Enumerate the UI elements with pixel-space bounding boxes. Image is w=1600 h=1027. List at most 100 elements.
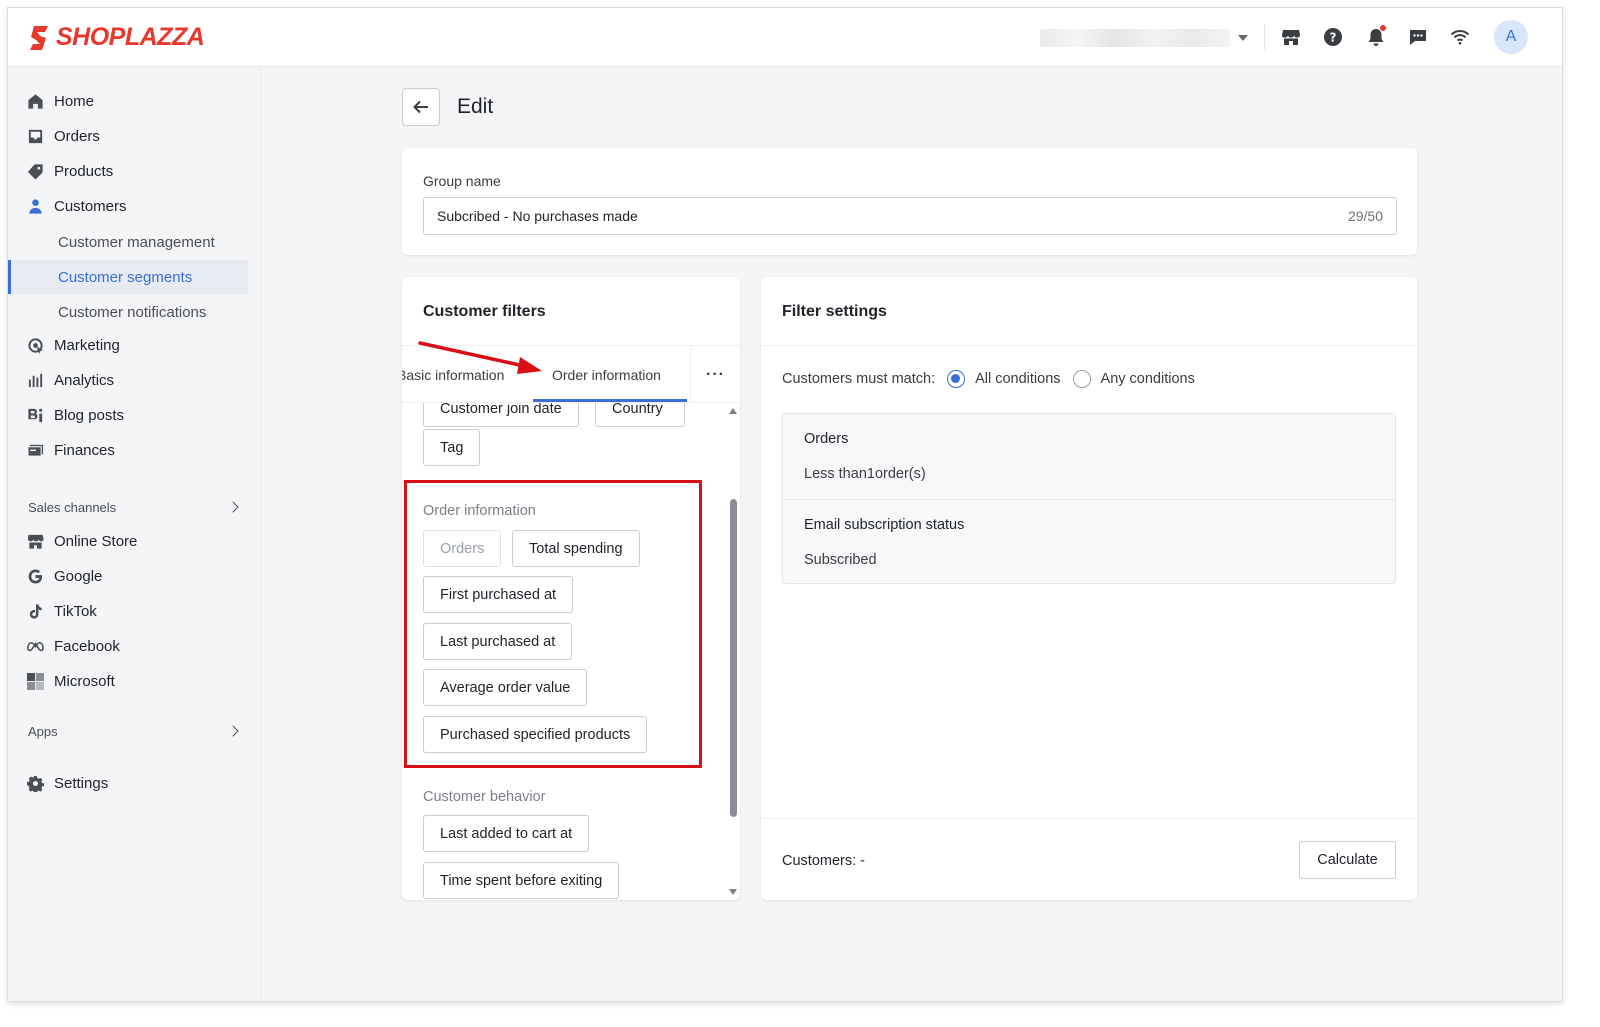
sidebar-item-label: Home <box>54 93 95 110</box>
avatar[interactable]: A <box>1494 20 1528 54</box>
gear-icon <box>26 775 44 793</box>
sidebar-subitem-label: Customer segments <box>58 268 193 286</box>
customer-behavior-group-label: Customer behavior <box>423 789 546 805</box>
sidebar-item-analytics[interactable]: Analytics <box>8 364 248 397</box>
back-button[interactable] <box>402 88 440 126</box>
google-icon <box>26 568 44 586</box>
group-name-label: Group name <box>423 173 501 189</box>
any-conditions-label[interactable]: Any conditions <box>1101 371 1195 387</box>
filter-customer-join-date[interactable]: Customer join date <box>423 403 579 427</box>
sidebar-subitem-customer-notifications[interactable]: Customer notifications <box>8 295 248 329</box>
condition-item[interactable]: Email subscription status Subscribed <box>783 499 1395 583</box>
help-icon[interactable]: ? <box>1321 25 1345 49</box>
marketing-icon <box>26 337 44 355</box>
sales-channels-header[interactable]: Sales channels <box>28 497 243 517</box>
sidebar-item-online-store[interactable]: Online Store <box>8 525 248 558</box>
meta-icon <box>26 638 44 656</box>
sidebar-item-facebook[interactable]: Facebook <box>8 630 248 663</box>
filter-time-spent-before-exiting[interactable]: Time spent before exiting <box>423 862 620 899</box>
more-tabs-button[interactable]: ··· <box>690 346 740 402</box>
sidebar-item-blog-posts[interactable]: Blog posts <box>8 399 248 432</box>
tab-basic-information[interactable]: Basic information <box>402 367 504 383</box>
condition-title: Email subscription status <box>804 517 965 533</box>
microsoft-icon <box>26 673 44 691</box>
divider <box>761 818 1417 819</box>
filter-settings-title: Filter settings <box>782 303 887 320</box>
sidebar-item-label: TikTok <box>54 603 97 620</box>
scrollbar-thumb[interactable] <box>730 499 737 817</box>
sidebar-item-label: Settings <box>54 775 109 792</box>
sidebar-item-microsoft[interactable]: Microsoft <box>8 665 248 698</box>
filter-country[interactable]: Country <box>595 403 685 427</box>
customer-filters-title: Customer filters <box>423 303 546 320</box>
sidebar-item-home[interactable]: Home <box>8 85 248 118</box>
avatar-letter: A <box>1505 28 1517 45</box>
home-icon <box>26 93 44 111</box>
analytics-icon <box>26 372 44 390</box>
store-icon <box>26 533 44 551</box>
annotation-highlight-box <box>404 480 702 768</box>
sidebar-subitem-customer-management[interactable]: Customer management <box>8 225 248 259</box>
sidebar-item-finances[interactable]: Finances <box>8 434 248 467</box>
person-icon <box>26 198 44 216</box>
store-name-redacted <box>1040 29 1230 47</box>
filter-tabs: Basic information Order information ··· <box>402 345 740 403</box>
app-window: SHOPLAZZA ? A Home Orders Products Custo… <box>7 7 1563 1002</box>
sidebar-subitem-customer-segments[interactable]: Customer segments <box>8 260 248 294</box>
all-conditions-label[interactable]: All conditions <box>975 371 1060 387</box>
sidebar-item-label: Facebook <box>54 638 120 655</box>
radio-any-conditions[interactable] <box>1072 370 1091 388</box>
sidebar-item-label: Products <box>54 163 114 180</box>
store-switcher[interactable] <box>1040 28 1250 48</box>
radio-all-conditions[interactable] <box>947 370 966 388</box>
customers-count: Customers: - <box>782 853 865 869</box>
sidebar-item-tiktok[interactable]: TikTok <box>8 595 248 628</box>
group-name-card: Group name Subcribed - No purchases made… <box>402 148 1417 255</box>
divider <box>1264 24 1265 50</box>
sidebar-item-label: Google <box>54 568 103 585</box>
sidebar-item-google[interactable]: Google <box>8 560 248 593</box>
tag-icon <box>26 163 44 181</box>
tiktok-icon <box>26 603 44 621</box>
page-title: Edit <box>457 95 494 118</box>
sidebar-item-customers[interactable]: Customers <box>8 190 248 223</box>
calculate-button[interactable]: Calculate <box>1299 841 1396 879</box>
sidebar-item-settings[interactable]: Settings <box>8 767 248 800</box>
chat-icon[interactable] <box>1406 25 1430 49</box>
divider <box>761 345 1417 346</box>
wifi-icon[interactable] <box>1448 25 1472 49</box>
condition-item[interactable]: Orders Less than1order(s) <box>783 414 1395 499</box>
sidebar-item-label: Marketing <box>54 337 120 354</box>
char-counter: 29/50 <box>1347 208 1383 224</box>
filter-list[interactable]: Customer join date Country Tag Order inf… <box>402 403 740 900</box>
conditions-list: Orders Less than1order(s) Email subscrip… <box>782 413 1396 584</box>
group-name-value: Subcribed - No purchases made <box>437 208 638 224</box>
sidebar-item-marketing[interactable]: Marketing <box>8 329 248 362</box>
shoplazza-logo[interactable]: SHOPLAZZA <box>28 23 205 52</box>
scroll-down-arrow[interactable] <box>729 889 737 895</box>
match-mode-row: Customers must match: All conditions Any… <box>782 370 1195 388</box>
filter-tag[interactable]: Tag <box>423 429 481 466</box>
match-label: Customers must match: <box>782 371 936 387</box>
sidebar-item-label: Blog posts <box>54 407 125 424</box>
sidebar-item-label: Online Store <box>54 533 138 550</box>
sidebar-item-label: Analytics <box>54 372 115 389</box>
sidebar-item-products[interactable]: Products <box>8 155 248 188</box>
apps-header[interactable]: Apps <box>28 721 243 741</box>
condition-value: Subscribed <box>804 552 877 568</box>
filter-last-added-to-cart-at[interactable]: Last added to cart at <box>423 815 590 852</box>
notification-dot <box>1380 25 1386 31</box>
store-icon[interactable] <box>1279 25 1303 49</box>
chevron-right-icon <box>227 501 239 513</box>
chevron-right-icon <box>227 725 239 737</box>
sidebar: Home Orders Products Customers Customer … <box>8 68 261 1001</box>
tab-order-information[interactable]: Order information <box>552 367 661 383</box>
group-name-input[interactable]: Subcribed - No purchases made 29/50 <box>423 197 1397 235</box>
shoplazza-logo-icon <box>30 25 48 50</box>
sidebar-item-label: Customers <box>54 198 127 215</box>
sales-channels-label: Sales channels <box>28 499 117 515</box>
filter-settings-card: Filter settings Customers must match: Al… <box>761 277 1417 900</box>
scroll-up-arrow[interactable] <box>729 408 737 414</box>
bell-icon[interactable] <box>1364 25 1388 49</box>
sidebar-item-orders[interactable]: Orders <box>8 120 248 153</box>
